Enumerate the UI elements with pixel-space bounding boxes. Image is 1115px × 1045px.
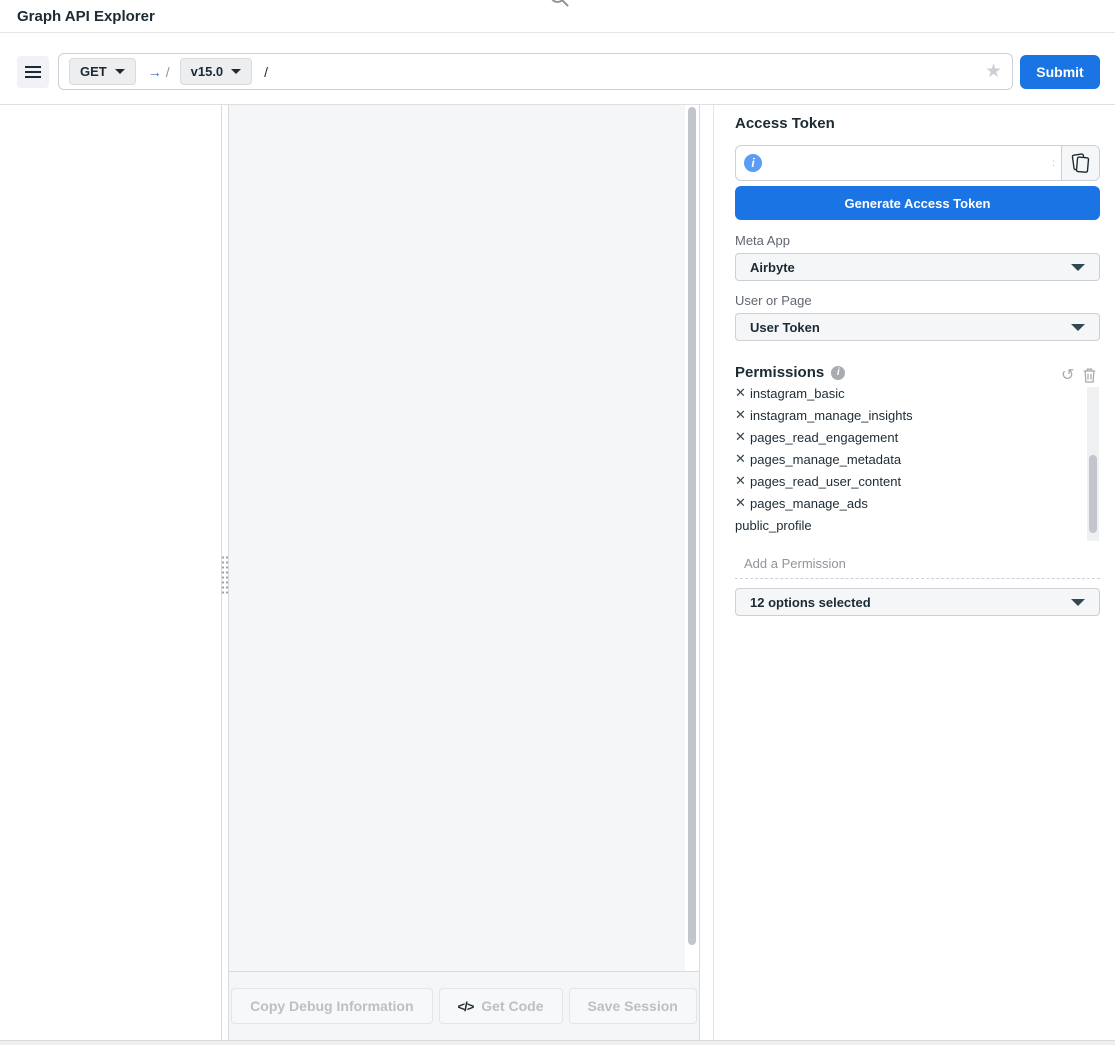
fields-left-panel [0, 105, 222, 1040]
chevron-down-icon [1071, 264, 1085, 271]
header: Graph API Explorer [0, 0, 1115, 33]
page-title: Graph API Explorer [17, 8, 155, 25]
chevron-down-icon [1071, 324, 1085, 331]
permission-item: ✕pages_read_engagement [735, 426, 1087, 448]
permission-item: ✕instagram_basic [735, 387, 1087, 404]
undo-icon[interactable]: ↺ [1061, 368, 1074, 383]
response-panel: Copy Debug Information </> Get Code Save… [228, 105, 700, 1040]
permission-item: public_profile [735, 514, 1087, 536]
permissions-list-wrap: ✕instagram_basic✕instagram_manage_insigh… [735, 387, 1087, 541]
user-or-page-value: User Token [750, 320, 820, 335]
permission-item: ✕instagram_manage_insights [735, 404, 1087, 426]
permissions-list: ✕instagram_basic✕instagram_manage_insigh… [735, 387, 1087, 536]
meta-app-label: Meta App [735, 233, 790, 248]
submit-button[interactable]: Submit [1020, 55, 1100, 89]
graph-api-explorer-window: Graph API Explorer GET → / v15.0 / ★ [0, 0, 1115, 1045]
user-or-page-label: User or Page [735, 293, 812, 308]
get-code-button[interactable]: </> Get Code [439, 988, 563, 1024]
permission-label: pages_read_user_content [750, 474, 901, 489]
chevron-down-icon [1071, 599, 1085, 606]
access-token-heading: Access Token [735, 115, 835, 132]
token-field-hint: : [1052, 158, 1061, 169]
response-scrollbar-thumb[interactable] [688, 107, 696, 945]
get-code-label: Get Code [481, 998, 543, 1014]
permissions-options-select[interactable]: 12 options selected [735, 588, 1100, 616]
access-token-panel: Access Token i : Generate Access Token M… [714, 105, 1115, 1040]
permission-label: pages_manage_metadata [750, 452, 901, 467]
search-icon[interactable] [548, 0, 570, 13]
bottom-strip [0, 1040, 1115, 1045]
hamburger-icon [25, 66, 41, 68]
permission-label: pages_read_engagement [750, 430, 898, 445]
arrow-right-icon: → [148, 64, 162, 80]
meta-app-select[interactable]: Airbyte [735, 253, 1100, 281]
permissions-scrollbar-track[interactable] [1087, 387, 1099, 541]
code-icon: </> [458, 999, 474, 1014]
http-method-label: GET [80, 64, 107, 79]
remove-permission-icon[interactable]: ✕ [735, 387, 749, 401]
chevron-down-icon [115, 69, 125, 74]
trash-icon[interactable] [1083, 368, 1096, 383]
permission-label: pages_manage_ads [750, 496, 868, 511]
permission-item: ✕pages_read_user_content [735, 470, 1087, 492]
user-or-page-select[interactable]: User Token [735, 313, 1100, 341]
remove-permission-icon[interactable]: ✕ [735, 473, 749, 489]
remove-permission-icon[interactable]: ✕ [735, 429, 749, 445]
info-icon[interactable]: i [744, 154, 762, 172]
copy-token-button[interactable] [1061, 145, 1099, 181]
response-footer: Copy Debug Information </> Get Code Save… [229, 971, 699, 1040]
meta-app-value: Airbyte [750, 260, 795, 275]
permission-label: public_profile [735, 518, 812, 533]
remove-permission-icon[interactable]: ✕ [735, 407, 749, 423]
access-token-field[interactable]: i : [735, 145, 1100, 181]
permissions-heading: Permissions [735, 364, 824, 381]
hamburger-menu-button[interactable] [17, 56, 49, 88]
remove-permission-icon[interactable]: ✕ [735, 495, 749, 511]
permissions-tools: ↺ [1061, 368, 1096, 383]
request-toolbar: GET → / v15.0 / ★ Submit [0, 34, 1115, 105]
api-version-label: v15.0 [191, 64, 224, 79]
main-area: Copy Debug Information </> Get Code Save… [0, 105, 1115, 1040]
request-path-input[interactable]: / [264, 64, 268, 80]
favorite-star-icon[interactable]: ★ [985, 62, 1002, 81]
info-icon[interactable]: i [831, 366, 845, 380]
options-selected-value: 12 options selected [750, 595, 871, 610]
add-permission-input[interactable] [735, 553, 1100, 579]
permissions-header: Permissions i [735, 364, 845, 381]
permission-label: instagram_manage_insights [750, 408, 913, 423]
generate-access-token-button[interactable]: Generate Access Token [735, 186, 1100, 220]
request-url-bar[interactable]: GET → / v15.0 / ★ [58, 53, 1013, 90]
permission-item: ✕pages_manage_ads [735, 492, 1087, 514]
response-scrollbar-track[interactable] [685, 105, 699, 971]
remove-permission-icon[interactable]: ✕ [735, 451, 749, 467]
permissions-scrollbar-thumb[interactable] [1089, 455, 1097, 533]
copy-icon [1070, 152, 1091, 174]
http-method-dropdown[interactable]: GET [69, 58, 136, 85]
save-session-button[interactable]: Save Session [569, 988, 697, 1024]
permission-item: ✕pages_manage_metadata [735, 448, 1087, 470]
copy-debug-button[interactable]: Copy Debug Information [231, 988, 432, 1024]
url-slash: / [166, 64, 170, 80]
api-version-dropdown[interactable]: v15.0 [180, 58, 253, 85]
permission-label: instagram_basic [750, 387, 845, 401]
chevron-down-icon [231, 69, 241, 74]
